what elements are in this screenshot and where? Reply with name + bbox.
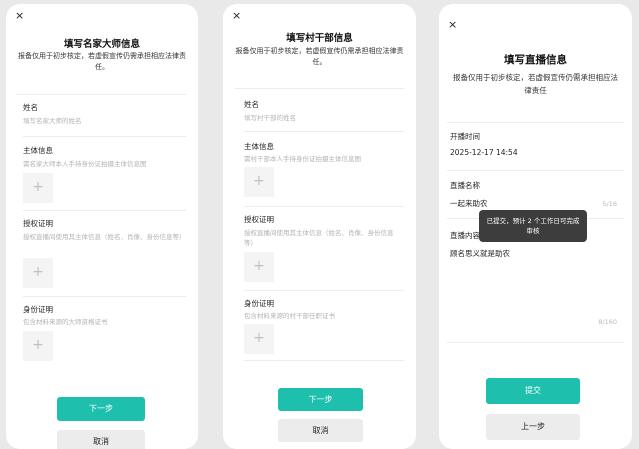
- id-hint: 包含材料来源的村干部任职证书: [244, 312, 335, 320]
- divider: [244, 131, 404, 132]
- divider: [244, 290, 404, 291]
- live-info-screen: × 填写直播信息 报备仅用于初步核定，若虚假宣传仍需承担相应法律责任 开播时间 …: [439, 4, 632, 449]
- name-input[interactable]: 填写名家大师的姓名: [23, 116, 82, 126]
- auth-label: 授权证明: [244, 215, 274, 224]
- subject-upload-button[interactable]: +: [244, 167, 274, 197]
- auth-hint: 授权直播间使用其主体信息（姓名、肖像、身份信息等）: [244, 229, 394, 247]
- subject-hint: 需村干部本人手持身份证拍摄主体信息图: [244, 155, 361, 163]
- close-icon[interactable]: ×: [15, 10, 24, 21]
- plus-icon: +: [253, 330, 265, 346]
- plus-icon: +: [32, 337, 44, 353]
- notice-text: 报备仅用于初步核定，若虚假宣传仍需承担相应法律责任。: [18, 52, 186, 71]
- divider: [16, 94, 186, 95]
- live-name-input[interactable]: 一起来助农: [450, 198, 488, 209]
- village-cadre-info-screen: × 填写村干部信息 报备仅用于初步核定，若虚假宣传仍需承担相应法律责任。 姓名 …: [223, 4, 416, 449]
- divider: [244, 206, 404, 207]
- divider: [447, 342, 624, 343]
- plus-icon: +: [253, 258, 265, 274]
- notice-text: 报备仅用于初步核定，若虚假宣传仍需承担相应法律责任。: [235, 47, 404, 66]
- id-upload-button[interactable]: +: [244, 324, 274, 354]
- subject-label: 主体信息: [23, 146, 53, 155]
- name-input[interactable]: 填写村干部的姓名: [244, 113, 296, 123]
- live-content-input[interactable]: 顾名思义就是助农: [450, 248, 510, 259]
- id-upload-button[interactable]: +: [23, 331, 53, 361]
- id-hint: 包含材料来源的大师资格证书: [23, 318, 108, 326]
- subject-upload-button[interactable]: +: [23, 173, 53, 203]
- content-counter: 8/160: [598, 318, 617, 326]
- auth-hint: 授权直播间使用其主体信息（姓名、肖像、身份信息等）: [23, 233, 186, 241]
- live-name-counter: 5/16: [602, 200, 617, 208]
- plus-icon: +: [32, 179, 44, 195]
- cancel-button[interactable]: 取消: [57, 430, 145, 449]
- submit-toast: 已提交，预计 2 个工作日可完成审核: [479, 210, 587, 242]
- next-button[interactable]: 下一步: [278, 388, 363, 411]
- auth-label: 授权证明: [23, 219, 53, 228]
- start-time-field[interactable]: 2025-12-17 14:54: [450, 148, 518, 157]
- name-label: 姓名: [244, 100, 259, 109]
- time-label: 开播时间: [450, 132, 480, 141]
- divider: [244, 360, 404, 361]
- divider: [23, 296, 186, 297]
- next-button[interactable]: 下一步: [57, 397, 145, 421]
- auth-upload-button[interactable]: +: [23, 258, 53, 288]
- plus-icon: +: [32, 264, 44, 280]
- id-label: 身份证明: [23, 305, 53, 314]
- auth-upload-button[interactable]: +: [244, 252, 274, 282]
- prev-button[interactable]: 上一步: [486, 414, 580, 440]
- divider: [23, 210, 186, 211]
- close-icon[interactable]: ×: [448, 19, 457, 30]
- page-title: 填写直播信息: [504, 54, 567, 66]
- content-label: 直播内容: [450, 231, 480, 240]
- name-label: 姓名: [23, 103, 38, 112]
- master-info-screen: × 填写名家大师信息 报备仅用于初步核定，若虚假宣传仍需承担相应法律责任。 姓名…: [6, 4, 198, 449]
- cancel-button[interactable]: 取消: [278, 419, 363, 442]
- divider: [447, 122, 624, 123]
- close-icon[interactable]: ×: [232, 10, 241, 21]
- divider: [235, 88, 404, 89]
- subject-label: 主体信息: [244, 142, 274, 151]
- id-label: 身份证明: [244, 299, 274, 308]
- divider: [447, 170, 624, 171]
- submit-button[interactable]: 提交: [486, 378, 580, 404]
- page-title: 填写名家大师信息: [63, 39, 140, 50]
- divider: [23, 136, 186, 137]
- page-title: 填写村干部信息: [286, 33, 353, 44]
- plus-icon: +: [253, 173, 265, 189]
- subject-hint: 需名家大师本人手持身份证拍摄主体信息图: [23, 160, 147, 168]
- live-name-label: 直播名称: [450, 181, 480, 190]
- notice-text: 报备仅用于初步核定，若虚假宣传仍需承担相应法律责任: [453, 73, 618, 95]
